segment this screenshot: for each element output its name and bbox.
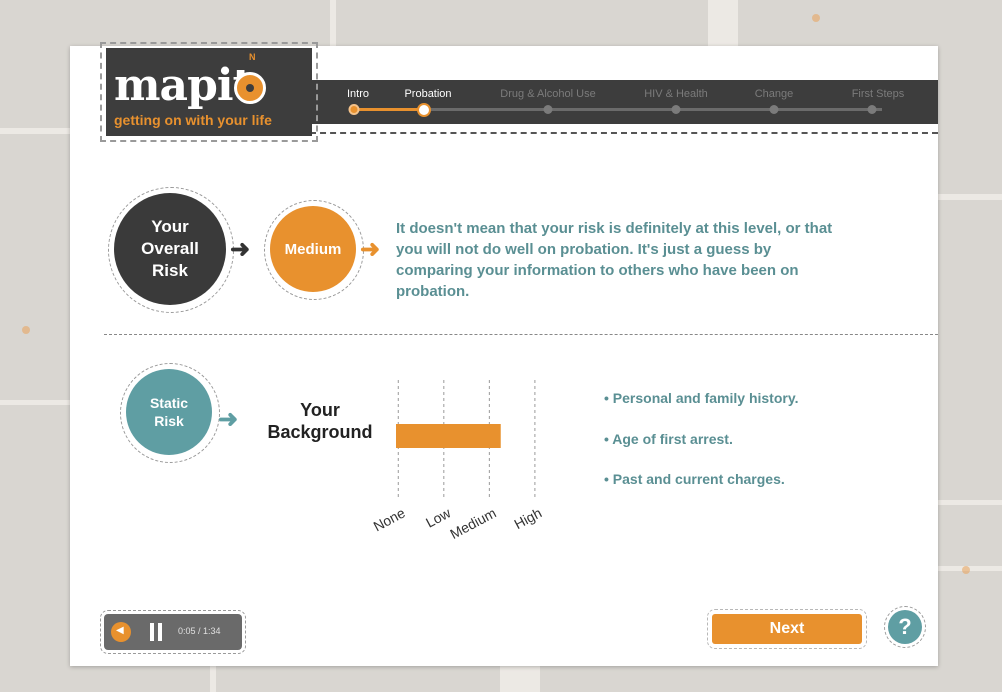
compass-north-letter: N xyxy=(249,52,256,62)
nav-dot-drug-alcohol xyxy=(543,105,553,114)
chart-tick-label: High xyxy=(511,505,544,533)
nav-step-intro[interactable]: Intro xyxy=(347,88,369,100)
background-label-line2: Background xyxy=(267,422,373,442)
volume-icon[interactable] xyxy=(111,622,131,642)
audio-player: 0:05 / 1:34 xyxy=(100,610,246,654)
playback-time: 0:05 / 1:34 xyxy=(178,626,221,636)
nav-dot-intro xyxy=(348,104,360,115)
progress-track xyxy=(352,108,882,111)
overall-risk-label-line3: Risk xyxy=(152,261,188,280)
logo-wordmark: mapit xyxy=(114,60,253,111)
risk-level-label: Medium xyxy=(284,240,342,258)
nav-divider xyxy=(310,132,938,134)
chart-tick-label: None xyxy=(371,504,408,534)
nav-dot-hiv-health xyxy=(671,105,681,114)
chart-bar xyxy=(396,424,501,448)
logo-tagline: getting on with your life xyxy=(114,112,272,128)
overall-risk-label-line1: Your xyxy=(151,217,189,236)
overall-risk-circle: Your Overall Risk xyxy=(114,193,226,305)
nav-dot-probation xyxy=(417,103,431,117)
background-risk-chart: None LowMedium High xyxy=(371,380,544,543)
arrow-right-icon: ➜ xyxy=(218,406,239,433)
section-divider xyxy=(104,334,938,335)
arrow-right-icon: ➜ xyxy=(230,236,251,263)
bullet-item: • Personal and family history. xyxy=(604,390,799,406)
compass-icon xyxy=(234,72,266,104)
static-risk-label-line2: Risk xyxy=(154,413,184,429)
progress-nav: Intro Probation Drug & Alcohol Use HIV &… xyxy=(310,80,938,124)
static-risk-label-line1: Static xyxy=(149,395,189,411)
pause-icon[interactable] xyxy=(150,623,154,641)
background-label-line1: Your xyxy=(300,400,340,420)
static-risk-circle: Static Risk xyxy=(126,369,212,455)
help-button[interactable]: ? xyxy=(884,606,926,648)
nav-step-hiv-health[interactable]: HIV & Health xyxy=(644,88,708,100)
mapit-logo: mapit N getting on with your life xyxy=(100,42,318,142)
bullet-item: • Age of first arrest. xyxy=(604,431,733,447)
main-panel: Intro Probation Drug & Alcohol Use HIV &… xyxy=(70,42,938,666)
bullet-item: • Past and current charges. xyxy=(604,471,785,487)
risk-level-circle: Medium xyxy=(270,206,356,292)
nav-dot-change xyxy=(769,105,779,114)
nav-dot-first-steps xyxy=(867,105,877,114)
nav-step-change[interactable]: Change xyxy=(755,88,794,100)
overall-risk-label-line2: Overall xyxy=(141,239,199,258)
risk-description: It doesn't mean that your risk is defini… xyxy=(396,220,833,300)
nav-step-first-steps[interactable]: First Steps xyxy=(852,88,905,100)
next-button[interactable]: Next xyxy=(707,609,867,649)
chart-tick-label: Medium xyxy=(447,505,498,543)
background-label: Your Background xyxy=(252,399,388,443)
nav-step-drug-alcohol[interactable]: Drug & Alcohol Use xyxy=(500,88,595,100)
arrow-right-icon: ➜ xyxy=(360,236,381,263)
nav-step-probation[interactable]: Probation xyxy=(404,88,451,100)
